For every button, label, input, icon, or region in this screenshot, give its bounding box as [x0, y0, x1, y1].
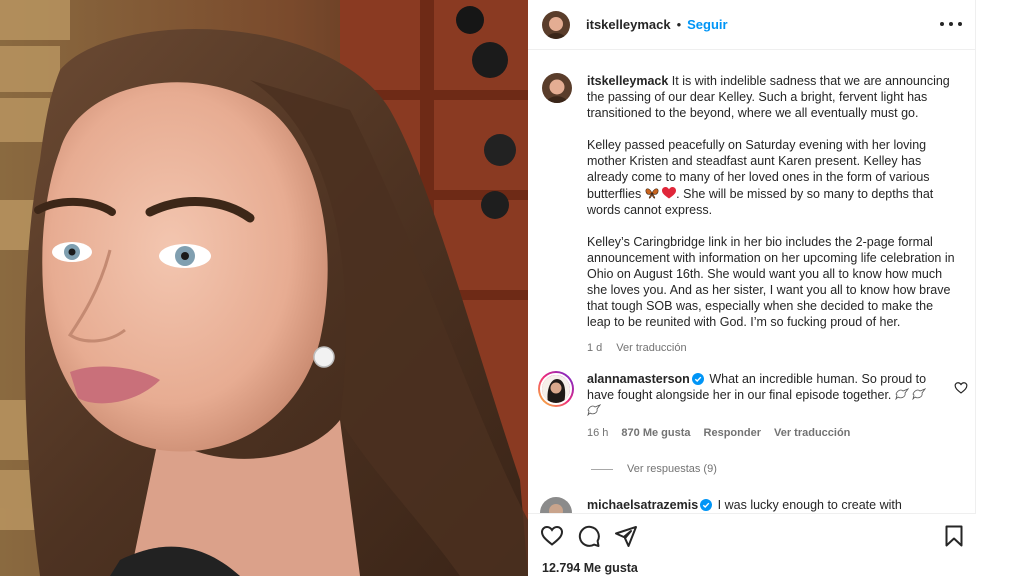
red-heart-icon: [662, 186, 677, 199]
like-heart-icon[interactable]: [540, 524, 564, 548]
header-separator: •: [676, 17, 682, 32]
comment-reply-button[interactable]: Responder: [704, 427, 761, 439]
dove-icon: [587, 404, 601, 417]
verified-icon: [700, 499, 713, 511]
follow-button[interactable]: Seguir: [687, 17, 727, 32]
butterfly-icon: [645, 188, 659, 199]
comments-scroll-area[interactable]: itskelleymack It is with indelible sadne…: [528, 51, 976, 513]
comment-username[interactable]: michaelsatrazemis: [587, 498, 698, 512]
dove-icon: [912, 388, 927, 401]
header-avatar[interactable]: [542, 10, 570, 39]
comment-like-heart-icon[interactable]: [954, 381, 968, 395]
comment-avatar[interactable]: [540, 497, 572, 513]
header-username[interactable]: itskelleymack: [586, 17, 671, 32]
share-icon[interactable]: [614, 524, 638, 548]
post-header: itskelleymack • Seguir: [528, 0, 976, 50]
verified-icon: [691, 373, 704, 385]
caption-time: 1 d: [587, 342, 603, 355]
comment-username[interactable]: alannamasterson: [587, 372, 690, 386]
post-photo: [0, 0, 528, 576]
post-caption: itskelleymack It is with indelible sadne…: [542, 73, 962, 354]
post-panel: itskelleymack • Seguir itskelleymack It …: [528, 0, 976, 576]
comment-icon[interactable]: [577, 524, 601, 548]
comment-item: michaelsatrazemis I was lucky enough to …: [540, 497, 970, 513]
caption-username[interactable]: itskelleymack: [587, 74, 668, 88]
comment-item: alannamasterson What an incredible human…: [538, 371, 968, 439]
comment-meta: 16 h 870 Me gusta Responder Ver traducci…: [587, 427, 968, 439]
view-replies-label[interactable]: Ver respuestas (9): [627, 463, 717, 475]
more-options-icon[interactable]: [940, 14, 962, 34]
comment-avatar-story-ring[interactable]: [538, 371, 574, 407]
comment-text: alannamasterson What an incredible human…: [587, 371, 927, 419]
caption-meta: 1 d Ver traducción: [587, 342, 962, 354]
caption-translate-link[interactable]: Ver traducción: [616, 342, 686, 354]
comment-text: michaelsatrazemis I was lucky enough to …: [587, 497, 927, 513]
comment-translate-link[interactable]: Ver traducción: [774, 427, 850, 439]
bookmark-icon[interactable]: [942, 524, 966, 548]
post-actions-bar: 12.794 Me gusta: [528, 513, 976, 576]
comment-time: 16 h: [587, 427, 609, 440]
dove-icon: [895, 388, 909, 401]
caption-paragraph-3: Kelley’s Caringbridge link in her bio in…: [587, 234, 955, 330]
post-likes-count[interactable]: 12.794 Me gusta: [542, 561, 638, 575]
replies-divider-line: [591, 468, 613, 470]
caption-text: itskelleymack It is with indelible sadne…: [587, 73, 959, 330]
caption-avatar[interactable]: [542, 73, 572, 103]
page-background: [976, 0, 1024, 576]
comment-likes[interactable]: 870 Me gusta: [621, 427, 690, 439]
view-replies-button[interactable]: Ver respuestas (9): [591, 463, 717, 475]
